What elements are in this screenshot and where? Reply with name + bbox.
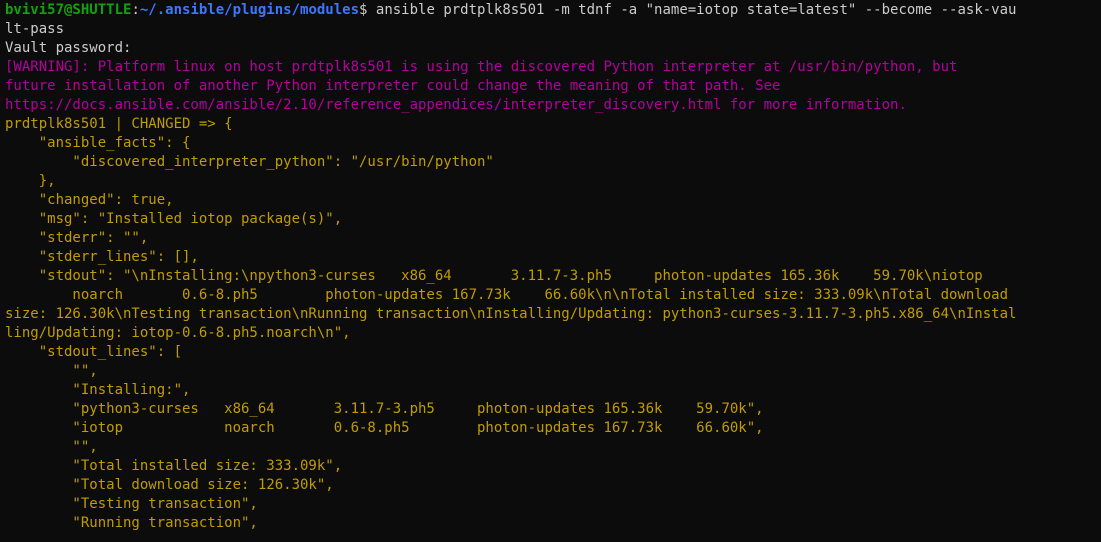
output-line: size: 126.30k\nTesting transaction\nRunn… — [5, 306, 1017, 322]
output-line: "Total installed size: 333.09k", — [5, 458, 343, 474]
terminal-window[interactable]: bvivi57@SHUTTLE:~/.ansible/plugins/modul… — [0, 0, 1101, 542]
prompt-line: bvivi57@SHUTTLE:~/.ansible/plugins/modul… — [5, 1, 1101, 20]
warning-line: future installation of another Python in… — [5, 78, 781, 94]
output-line: "changed": true, — [5, 192, 174, 208]
prompt-user-host: bvivi57@SHUTTLE — [5, 2, 132, 18]
command-text: ansible prdtplk8s501 -m tdnf -a "name=io… — [375, 2, 1017, 18]
output-line: "stdout_lines": [ — [5, 344, 183, 360]
output-line: "stdout": "\nInstalling:\npython3-curses… — [5, 268, 983, 284]
warning-line: https://docs.ansible.com/ansible/2.10/re… — [5, 97, 907, 113]
output-line: noarch 0.6-8.ph5 photon-updates 167.73k … — [5, 287, 1009, 303]
command-wrap-line: lt-pass — [5, 21, 65, 37]
output-line: "python3-curses x86_64 3.11.7-3.ph5 phot… — [5, 401, 764, 417]
output-line: "Testing transaction", — [5, 496, 258, 512]
output-line: ling/Updating: iotop-0.6-8.ph5.noarch\n"… — [5, 325, 351, 341]
prompt-symbol: $ — [359, 2, 376, 18]
output-line: "Running transaction", — [5, 515, 258, 531]
vault-password-prompt: Vault password: — [5, 40, 132, 56]
warning-line: [WARNING]: Platform linux on host prdtpl… — [5, 59, 958, 75]
output-line: "discovered_interpreter_python": "/usr/b… — [5, 154, 494, 170]
output-line: "ansible_facts": { — [5, 135, 191, 151]
output-line: }, — [5, 173, 56, 189]
output-line: "Total download size: 126.30k", — [5, 477, 334, 493]
prompt-separator: : — [131, 2, 140, 18]
prompt-path: ~/.ansible/plugins/modules — [139, 2, 360, 18]
output-line: "Installing:", — [5, 382, 191, 398]
output-line: "stderr_lines": [], — [5, 249, 199, 265]
output-line: "msg": "Installed iotop package(s)", — [5, 211, 343, 227]
output-line: "iotop noarch 0.6-8.ph5 photon-updates 1… — [5, 420, 764, 436]
output-line: "stderr": "", — [5, 230, 149, 246]
output-line: prdtplk8s501 | CHANGED => { — [5, 116, 233, 132]
output-line: "", — [5, 363, 98, 379]
output-line: "", — [5, 439, 98, 455]
